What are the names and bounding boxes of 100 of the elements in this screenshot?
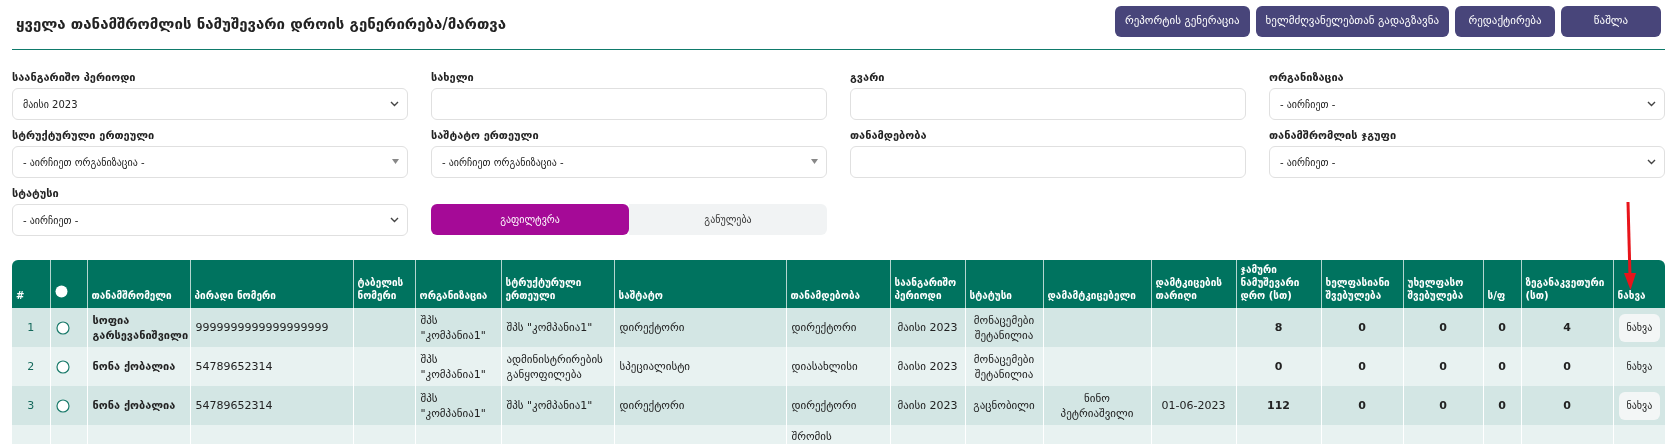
radio-button[interactable]: [55, 399, 70, 413]
column-header: უხელფასო შვებულება: [1407, 277, 1464, 301]
table-cell: 0: [1358, 360, 1366, 373]
column-header: ნახვა: [1617, 290, 1646, 301]
table-cell: 01-06-2023: [1161, 399, 1226, 412]
row-number: 1: [27, 321, 35, 334]
table-cell: 0: [1563, 399, 1571, 412]
table-cell: დირექტორი: [619, 321, 685, 334]
column-header: დამამტკიცებელი: [1047, 290, 1136, 301]
table-cell: 9999999999999999999: [195, 321, 329, 334]
table-cell: დიასახლისი: [791, 360, 858, 373]
select-field[interactable]: - აირჩიეთ -: [1269, 88, 1665, 120]
row-number: 2: [27, 360, 35, 373]
radio-button[interactable]: [55, 360, 70, 374]
table-cell: დირექტორი: [791, 321, 857, 334]
field-label: საანგარიშო პერიოდი: [12, 69, 137, 86]
column-header: თანამშრომელი: [91, 290, 172, 301]
field-label: სტატუსი: [12, 185, 60, 202]
field-label: ორგანიზაცია: [1269, 69, 1345, 86]
column-header: ჯამური ნამუშევარი დრო (სთ): [1240, 264, 1300, 301]
column-header: #: [16, 290, 25, 301]
table-cell: შრომის: [791, 430, 832, 443]
table-cell: მონაცემები შეტანილია: [973, 313, 1035, 342]
table-cell: 0: [1358, 399, 1366, 412]
chevron-down-icon: [390, 101, 399, 107]
view-button[interactable]: ნახვა: [1618, 352, 1661, 381]
input-field[interactable]: [431, 88, 827, 120]
chevron-down-icon: [390, 217, 399, 223]
row-number: 3: [27, 399, 35, 412]
table-cell: 0: [1274, 360, 1283, 373]
table-cell: მაისი 2023: [897, 399, 958, 412]
column-header: თანამდებობა: [790, 290, 861, 301]
table-cell: შპს "კომპანია1": [420, 352, 486, 381]
field-label: თანამდებობა: [850, 127, 928, 144]
table-cell: 4: [1563, 321, 1571, 334]
table-cell: მაისი 2023: [897, 321, 958, 334]
column-header: საანგარიშო პერიოდი: [894, 277, 957, 301]
radio-icon[interactable]: [54, 285, 68, 298]
table-cell: 54789652314: [195, 360, 273, 373]
table-cell: შპს "კომპანია1": [420, 391, 486, 420]
table-cell: მაისი 2023: [897, 360, 958, 373]
field-label: გვარი: [850, 69, 886, 86]
column-header: ზეგანაკვეთური (სთ): [1525, 277, 1605, 301]
table-cell: 0: [1498, 399, 1506, 412]
field-label: საშტატო ერთეული: [431, 127, 540, 144]
table-cell: შპს "კომპანია1": [420, 313, 486, 342]
column-header: ხელფასიანი შვებულება: [1325, 277, 1390, 301]
table-cell: ნინო პეტრიაშვილი: [1060, 391, 1134, 420]
action-button[interactable]: წაშლა: [1561, 6, 1661, 37]
table-cell: 0: [1498, 321, 1506, 334]
action-button[interactable]: რედაქტირება: [1455, 6, 1555, 37]
view-button[interactable]: ნახვა: [1618, 313, 1661, 342]
table-cell: 0: [1563, 360, 1571, 373]
select-field[interactable]: მაისი 2023: [12, 88, 408, 120]
table-cell: 0: [1498, 360, 1506, 373]
field-label: სტრუქტურული ერთეული: [12, 127, 156, 144]
table-cell: შპს "კომპანია1": [506, 321, 593, 334]
table-cell: 0: [1358, 321, 1366, 334]
radio-button[interactable]: [55, 321, 70, 335]
table-cell: 0: [1439, 360, 1447, 373]
view-button[interactable]: ნახვა: [1618, 391, 1661, 420]
employee-name: ნონა ქობალია: [92, 399, 176, 412]
action-button[interactable]: ხელმძღვანელებთან გადაგზავნა: [1255, 6, 1449, 37]
chevron-down-icon: [1647, 159, 1656, 165]
select-field[interactable]: - აირჩიეთ ორგანიზაცია -: [12, 146, 408, 178]
column-header: სტრუქტურული ერთეული: [505, 277, 582, 301]
employee-name: ნონა ქობალია: [92, 360, 176, 373]
table-cell: დირექტორი: [619, 399, 685, 412]
chevron-down-icon: [1647, 101, 1656, 107]
table-cell: მონაცემები შეტანილია: [973, 352, 1035, 381]
input-field[interactable]: [850, 88, 1246, 120]
table-cell: 0: [1439, 321, 1447, 334]
select-field[interactable]: - აირჩიეთ ორგანიზაცია -: [431, 146, 827, 178]
table-cell: გაცნობილი: [973, 399, 1035, 412]
field-label: სახელი: [431, 69, 475, 86]
action-button[interactable]: რეპორტის გენერაცია: [1114, 6, 1250, 37]
column-header: დამტკიცების თარიღი: [1155, 277, 1222, 301]
column-header: საშტატო: [618, 290, 663, 301]
input-field[interactable]: [850, 146, 1246, 178]
select-field[interactable]: - აირჩიეთ -: [1269, 146, 1665, 178]
reset-button[interactable]: განულება: [629, 204, 827, 235]
select-field[interactable]: - აირჩიეთ -: [12, 204, 408, 236]
table-cell: 0: [1439, 399, 1447, 412]
table-cell: ადმინისტრირების განყოფილება: [506, 352, 603, 381]
table-cell: 112: [1267, 399, 1290, 412]
filter-button[interactable]: გაფილტვრა: [431, 204, 629, 235]
column-header: ს/ფ: [1487, 290, 1506, 301]
table-cell: 54789652314: [195, 399, 273, 412]
table-cell: შპს "კომპანია1": [506, 399, 593, 412]
table-cell: 8: [1274, 321, 1283, 334]
caret-down-icon: [811, 159, 818, 164]
field-label: თანამშრომლის ჯგუფი: [1269, 127, 1398, 144]
caret-down-icon: [392, 159, 399, 164]
employee-name: სოფია გარსევანიშვილი: [92, 313, 189, 342]
column-header: ორგანიზაცია: [419, 290, 488, 301]
table-cell: დირექტორი: [791, 399, 857, 412]
column-header: ტაბელის ნომერი: [357, 277, 404, 301]
table-cell: სპეციალისტი: [619, 360, 691, 373]
column-header: სტატუსი: [969, 290, 1012, 301]
page-title: ყველა თანამშრომლის ნამუშევარი დროის გენერირება/მართვა: [15, 14, 507, 36]
